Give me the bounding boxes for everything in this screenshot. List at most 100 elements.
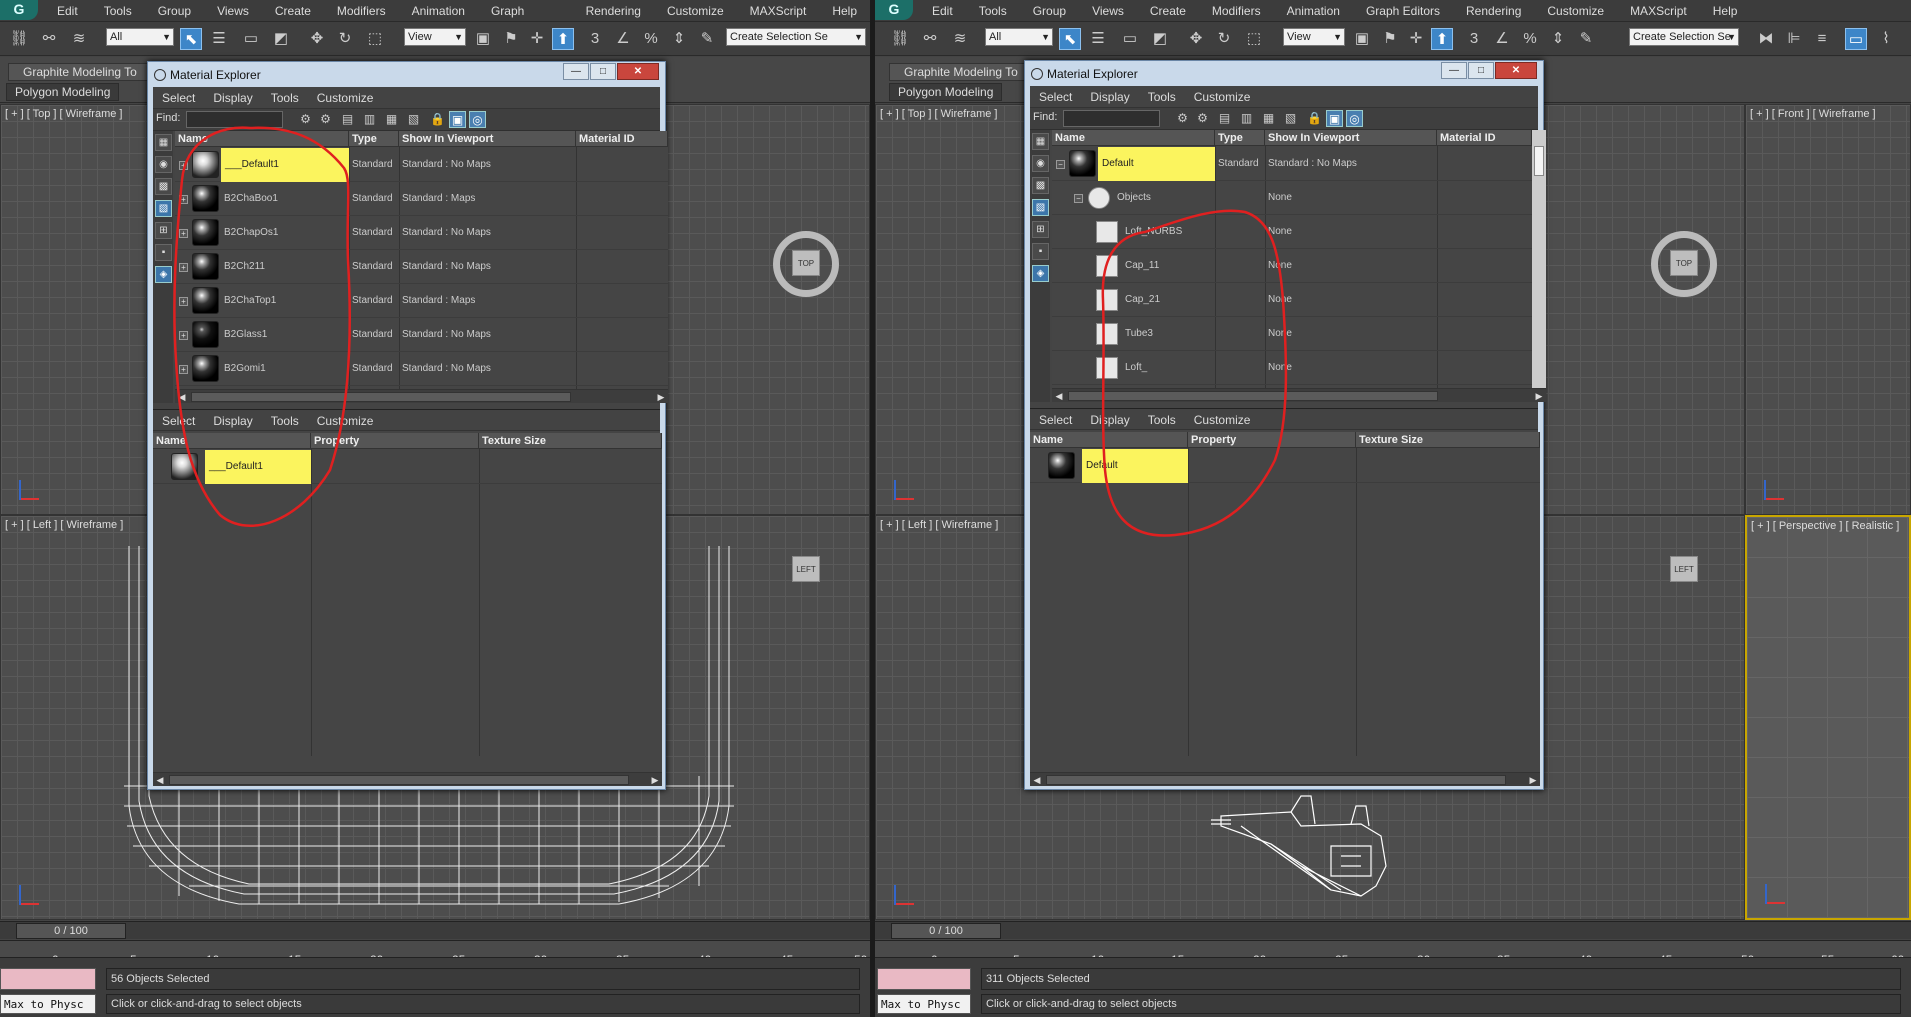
explorer-menu-select[interactable]: Select — [153, 87, 204, 108]
col-prop-name[interactable]: Name — [1030, 432, 1188, 448]
maxscript-listener-box[interactable]: Max to Physc — [877, 994, 971, 1014]
expand-plus-icon[interactable]: + — [179, 331, 188, 340]
snap-toggle-icon[interactable]: 3 — [584, 28, 606, 50]
lower-menu-customize[interactable]: Customize — [308, 410, 383, 430]
display-influences-icon[interactable]: ▦ — [1260, 110, 1277, 127]
viewport-left-label[interactable]: [ + ] [ Left ] [ Wireframe ] — [880, 519, 998, 531]
rect-selection-icon[interactable]: ▭ — [240, 28, 262, 50]
menu-edit[interactable]: Edit — [919, 0, 966, 22]
select-invert-icon[interactable]: ▤ — [1216, 110, 1233, 127]
menu-modifiers[interactable]: Modifiers — [324, 0, 399, 22]
display-objects-icon[interactable]: ▦ — [1032, 133, 1049, 150]
col-show-in-viewport[interactable]: Show In Viewport — [399, 131, 576, 147]
select-all-icon[interactable]: ⚙ — [297, 111, 314, 128]
sync-icon[interactable]: ▣ — [449, 111, 466, 128]
viewport-perspective[interactable]: [ + ] [ Perspective ] [ Realistic ] — [1745, 515, 1911, 920]
move-icon[interactable]: ✥ — [306, 28, 328, 50]
scale-icon[interactable]: ⬚ — [364, 28, 386, 50]
scroll-thumb[interactable] — [1046, 775, 1506, 785]
mirror-icon[interactable]: ⧓ — [1755, 28, 1777, 50]
col-texture-size[interactable]: Texture Size — [479, 433, 662, 449]
viewcube-top[interactable]: TOP — [792, 250, 820, 276]
select-manipulate-icon[interactable]: ⚑ — [500, 28, 522, 50]
bind-spacewarp-icon[interactable]: ≋ — [949, 28, 971, 50]
graphite-toggle-icon[interactable]: ▭ — [1845, 28, 1867, 50]
object-row[interactable]: Loft_NURBS None — [1052, 215, 1532, 249]
select-all-icon[interactable]: ⚙ — [1174, 110, 1191, 127]
keyboard-shortcut-override-icon[interactable]: ⬆ — [1431, 28, 1453, 50]
material-row[interactable]: + B2Glass1 Standard Standard : No Maps — [175, 318, 668, 352]
angle-snap-icon[interactable]: ∠ — [1491, 28, 1513, 50]
link-icon[interactable]: ⛓ — [889, 28, 911, 50]
property-row[interactable]: ___Default1 — [153, 450, 662, 484]
select-manipulate-icon[interactable]: ⚑ — [1379, 28, 1401, 50]
menu-tools[interactable]: Tools — [966, 0, 1020, 22]
minimize-button[interactable]: — — [563, 63, 589, 80]
close-button[interactable]: ✕ — [617, 63, 659, 80]
find-input[interactable] — [186, 111, 283, 128]
display-controllers-icon[interactable]: ▧ — [155, 200, 172, 217]
select-invert-icon[interactable]: ▤ — [339, 111, 356, 128]
viewport-top-label[interactable]: [ + ] [ Top ] [ Wireframe ] — [880, 108, 997, 120]
object-row[interactable]: Cap_11 None — [1052, 249, 1532, 283]
col-type[interactable]: Type — [349, 131, 399, 147]
menu-group[interactable]: Group — [1020, 0, 1079, 22]
bind-spacewarp-icon[interactable]: ≋ — [68, 28, 90, 50]
scroll-right-icon[interactable]: ▶ — [1532, 389, 1546, 402]
lower-menu-display[interactable]: Display — [204, 410, 261, 430]
explorer-menu-select[interactable]: Select — [1030, 86, 1081, 107]
explorer-menu-tools[interactable]: Tools — [262, 87, 308, 108]
named-selection-dropdown[interactable]: Create Selection Se ▼ — [1629, 28, 1739, 46]
col-name[interactable]: Name — [1052, 130, 1215, 146]
viewcube-left[interactable]: LEFT — [792, 556, 820, 582]
objects-group-row[interactable]: − Objects None — [1052, 181, 1532, 215]
filter-icon[interactable]: ◎ — [469, 111, 486, 128]
time-slider[interactable]: 0 / 100 — [891, 923, 1001, 939]
snap-toggle-icon[interactable]: 3 — [1463, 28, 1485, 50]
keyboard-shortcut-override-icon[interactable]: ⬆ — [552, 28, 574, 50]
scroll-left-icon[interactable]: ◀ — [175, 390, 189, 403]
material-row[interactable]: + B2ChapOs1 Standard Standard : No Maps — [175, 216, 668, 250]
menu-edit[interactable]: Edit — [44, 0, 91, 22]
select-by-name-icon[interactable]: ☰ — [1087, 28, 1109, 50]
scroll-thumb[interactable] — [169, 775, 629, 785]
explorer-menu-tools[interactable]: Tools — [1139, 86, 1185, 107]
viewcube-left[interactable]: LEFT — [1670, 556, 1698, 582]
window-crossing-icon[interactable]: ◩ — [270, 28, 292, 50]
material-row[interactable]: + B2Ch211 Standard Standard : No Maps — [175, 250, 668, 284]
display-dependents-icon[interactable]: ▧ — [405, 111, 422, 128]
reference-coord-dropdown[interactable]: View ▼ — [1283, 28, 1345, 46]
rotate-icon[interactable]: ↻ — [334, 28, 356, 50]
edit-named-selection-icon[interactable]: ✎ — [1575, 28, 1597, 50]
scroll-right-icon[interactable]: ▶ — [1526, 773, 1540, 786]
display-controllers-icon[interactable]: ▧ — [1032, 199, 1049, 216]
expand-plus-icon[interactable]: + — [179, 161, 188, 170]
percent-snap-icon[interactable]: % — [1519, 28, 1541, 50]
align-icon[interactable]: ⊫ — [1783, 28, 1805, 50]
display-assigned-icon[interactable]: ▪ — [155, 244, 172, 261]
col-show-in-viewport[interactable]: Show In Viewport — [1265, 130, 1437, 146]
menu-maxscript[interactable]: MAXScript — [737, 0, 820, 22]
menu-create[interactable]: Create — [1137, 0, 1199, 22]
col-property[interactable]: Property — [311, 433, 479, 449]
menu-customize[interactable]: Customize — [1534, 0, 1617, 22]
lock-icon[interactable]: 🔒 — [429, 111, 446, 128]
lower-menu-tools[interactable]: Tools — [262, 410, 308, 430]
app-logo[interactable]: G — [875, 0, 913, 20]
viewport-front[interactable]: [ + ] [ Front ] [ Wireframe ] — [1745, 104, 1911, 515]
property-row[interactable]: Default — [1030, 449, 1540, 483]
rect-selection-icon[interactable]: ▭ — [1119, 28, 1141, 50]
property-hscroll[interactable]: ◀ ▶ — [153, 772, 662, 786]
lower-menu-select[interactable]: Select — [153, 410, 204, 430]
select-none-icon[interactable]: ⚙ — [1194, 110, 1211, 127]
sync-icon[interactable]: ▣ — [1326, 110, 1343, 127]
expand-plus-icon[interactable]: + — [179, 195, 188, 204]
menu-animation[interactable]: Animation — [1274, 0, 1353, 22]
layer-manager-icon[interactable]: ≡ — [1811, 28, 1833, 50]
close-button[interactable]: ✕ — [1495, 62, 1537, 79]
display-scene-icon[interactable]: ◈ — [155, 266, 172, 283]
grid-vscroll[interactable] — [1532, 130, 1546, 388]
lower-menu-tools[interactable]: Tools — [1139, 409, 1185, 429]
display-materials-icon[interactable]: ◉ — [1032, 155, 1049, 172]
viewport-front-label[interactable]: [ + ] [ Front ] [ Wireframe ] — [1750, 108, 1876, 120]
